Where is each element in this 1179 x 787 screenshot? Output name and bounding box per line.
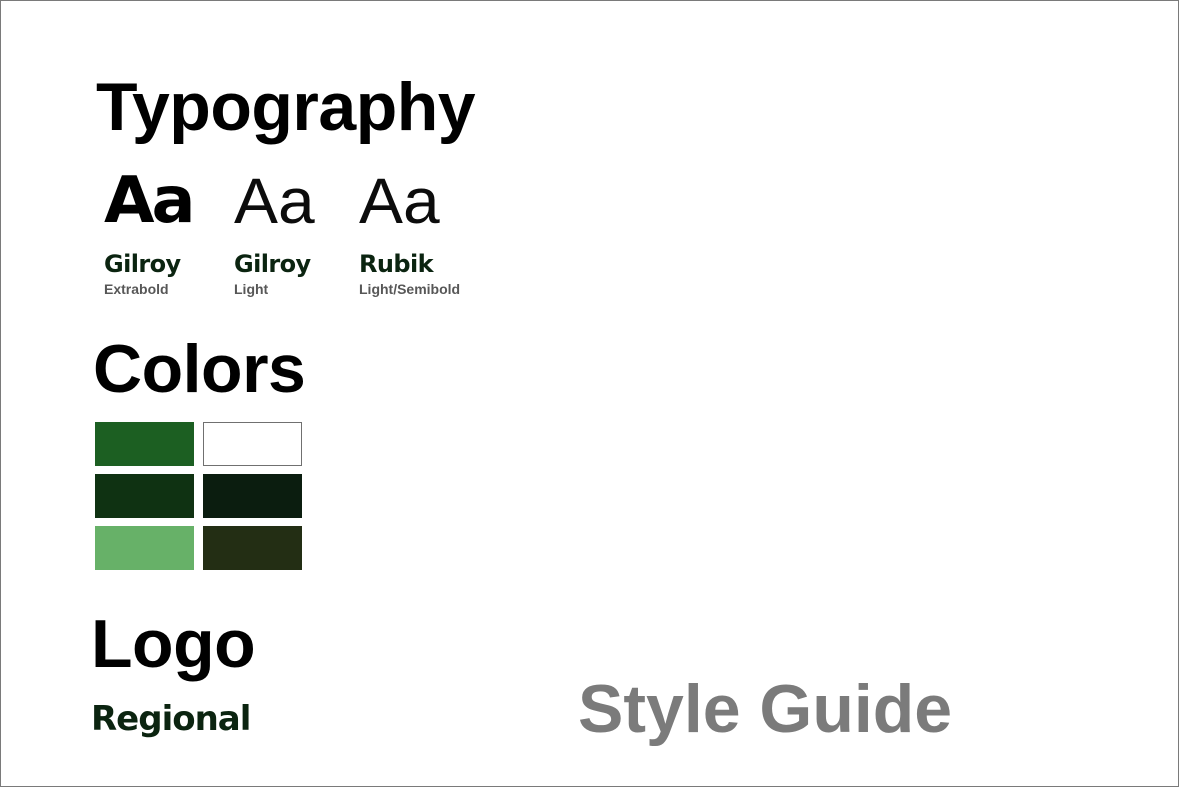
color-swatch-light-green <box>95 526 194 570</box>
color-swatch-olive-green <box>203 526 302 570</box>
typography-heading: Typography <box>96 69 476 145</box>
colors-heading: Colors <box>93 331 306 407</box>
font-sample-gilroy-light: Aa Gilroy Light <box>234 166 364 298</box>
color-swatch-white <box>203 422 302 466</box>
style-guide-title: Style Guide <box>578 671 953 747</box>
font-weight-label: Extrabold <box>104 281 169 297</box>
font-family-name: Rubik <box>359 250 434 278</box>
color-palette <box>95 422 303 570</box>
logo-heading: Logo <box>91 606 256 682</box>
font-weight-label: Light/Semibold <box>359 281 461 297</box>
color-swatch-near-black-green <box>203 474 302 518</box>
color-swatch-dark-green <box>95 422 194 466</box>
font-sample-glyph: Aa <box>234 165 315 237</box>
color-swatch-forest-green <box>95 474 194 518</box>
style-guide-page: Typography Aa Gilroy Extrabold Aa Gilroy… <box>0 0 1179 787</box>
font-weight-label: Light <box>234 281 269 297</box>
font-sample-glyph: Aa <box>359 165 440 237</box>
font-family-name: Gilroy <box>234 250 311 278</box>
font-sample-rubik: Aa Rubik Light/Semibold <box>359 166 519 298</box>
font-sample-gilroy-extrabold: Aa Gilroy Extrabold <box>104 166 234 298</box>
regional-logo-wordmark: Regional <box>91 699 251 739</box>
font-sample-glyph: Aa <box>104 164 196 238</box>
font-family-name: Gilroy <box>104 250 181 278</box>
